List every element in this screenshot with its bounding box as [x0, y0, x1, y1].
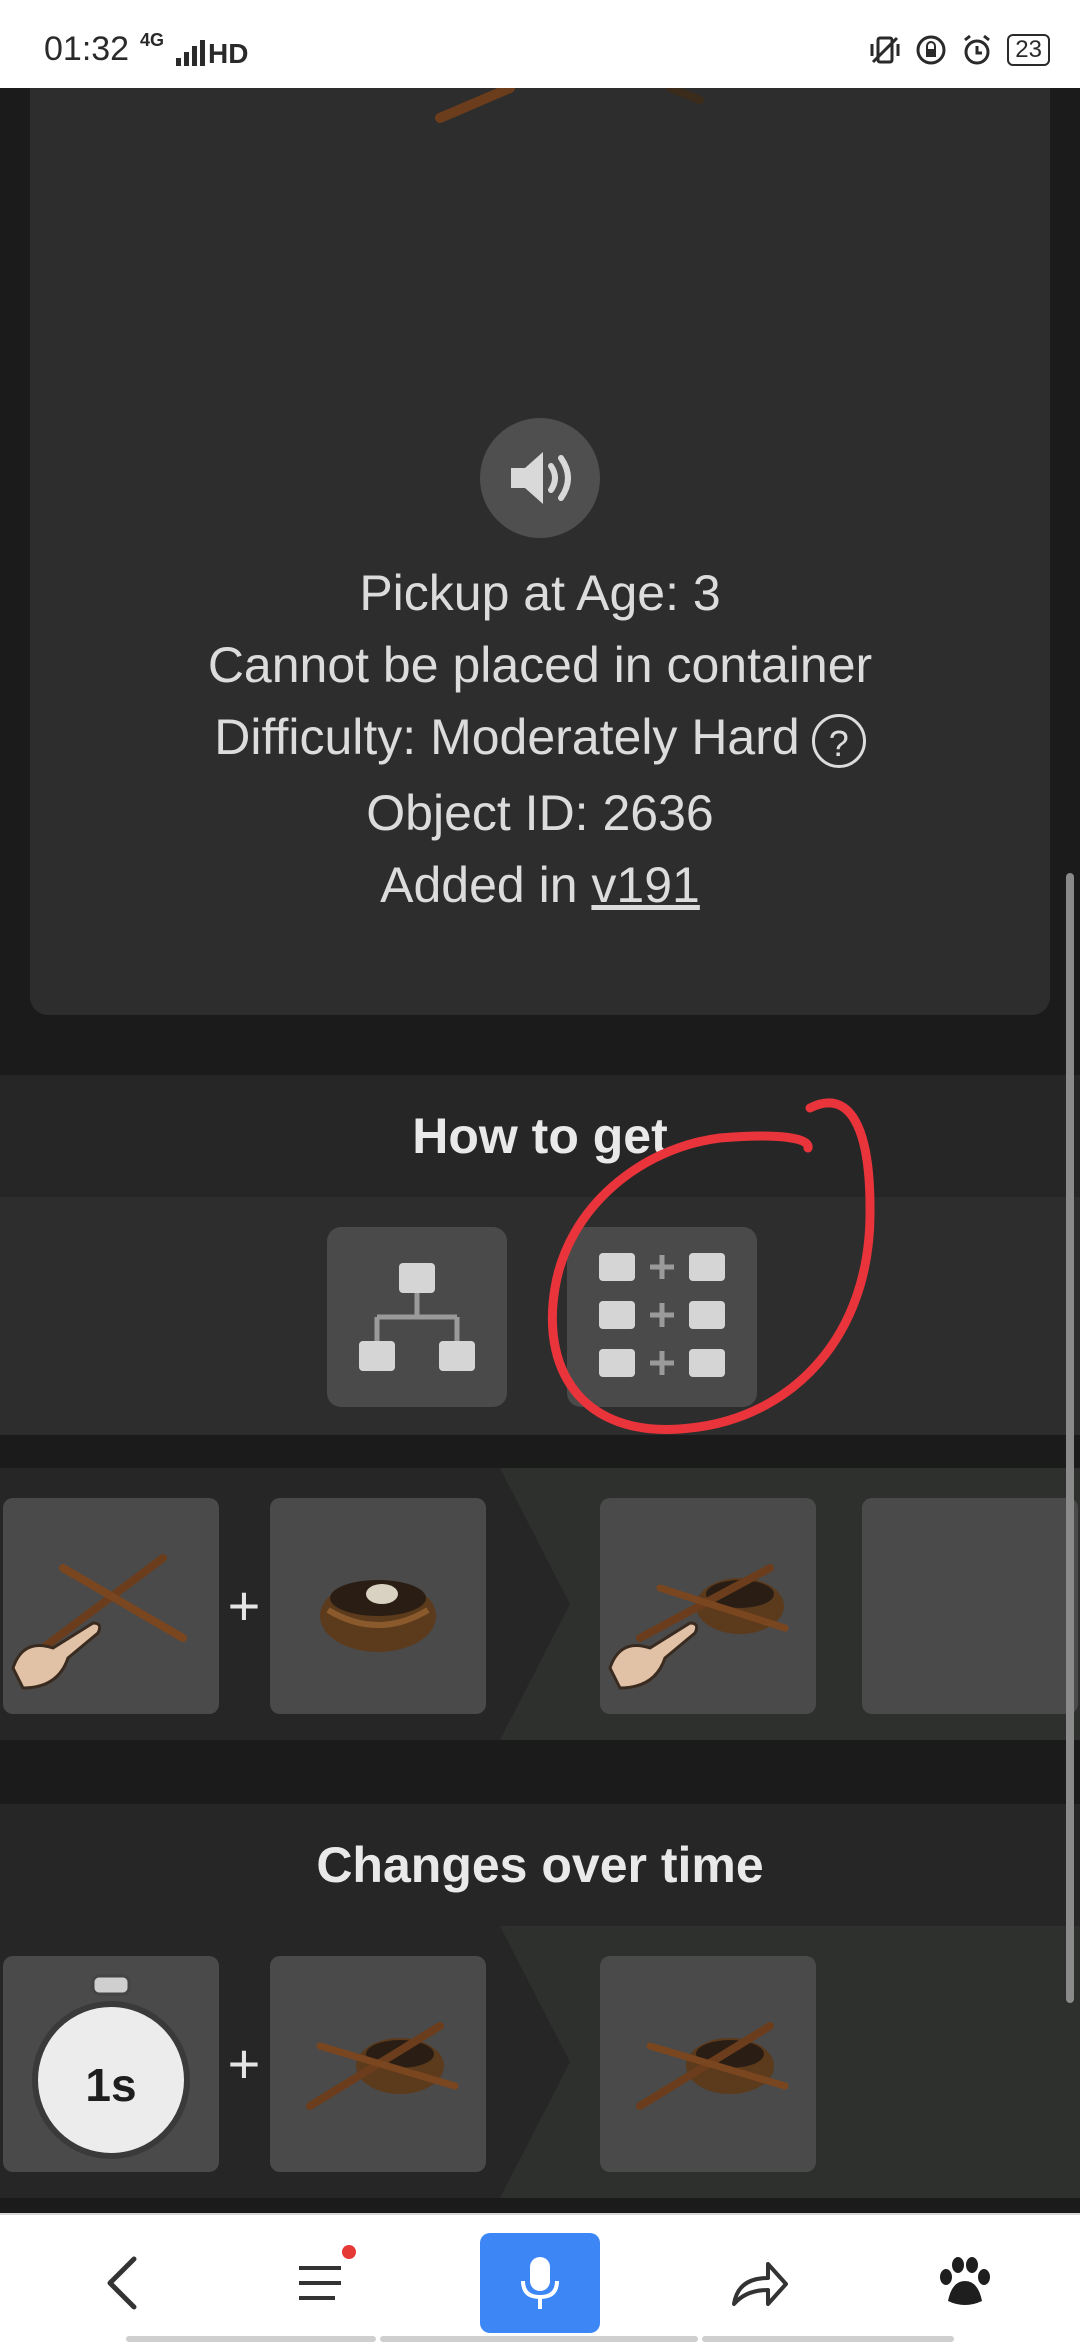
hand-sticks-nest-icon — [608, 1564, 789, 1690]
rotation-lock-icon — [916, 35, 946, 65]
notification-dot — [342, 2245, 356, 2259]
tab-indicator — [702, 2336, 954, 2342]
share-button[interactable] — [700, 2233, 820, 2333]
added-in-row: Added in v191 — [30, 856, 1050, 914]
difficulty-label: Difficulty: Moderately Hard — [214, 709, 800, 765]
menu-button[interactable] — [260, 2233, 380, 2333]
recipe-input-hand-sticks[interactable] — [3, 1498, 219, 1714]
recipe-grid-icon — [599, 1253, 725, 1377]
page-content[interactable]: Pickup at Age: 3 Cannot be placed in con… — [0, 88, 1080, 2213]
tab-indicator — [380, 2336, 698, 2342]
hand-sticks-icon — [11, 1554, 187, 1690]
tree-view-button[interactable] — [327, 1227, 507, 1407]
microphone-icon — [521, 2257, 559, 2309]
speaker-icon — [511, 452, 571, 504]
recipe-row: + — [0, 1468, 1080, 1740]
baidu-app-button[interactable] — [904, 2233, 1024, 2333]
voice-search-button[interactable] — [480, 2233, 600, 2333]
added-in-label: Added in — [380, 857, 592, 913]
browser-toolbar — [0, 2213, 1080, 2342]
vibrate-icon — [870, 36, 900, 64]
tab-indicator — [126, 2336, 376, 2342]
recipe-grid-button[interactable] — [567, 1227, 757, 1407]
decay-timer[interactable]: 1s — [3, 1956, 219, 2172]
battery-level: 23 — [1007, 34, 1050, 66]
version-link[interactable]: v191 — [591, 857, 699, 913]
scrollbar[interactable] — [1066, 873, 1074, 2003]
plus-sign: + — [227, 1574, 261, 1637]
status-bar: 01:32 4G HD 23 — [0, 0, 1080, 88]
alarm-icon — [964, 34, 991, 65]
back-button[interactable] — [62, 2233, 182, 2333]
decay-output-sticks-nest[interactable] — [600, 1956, 816, 2172]
status-time: 01:32 — [44, 30, 130, 68]
object-info-card: Pickup at Age: 3 Cannot be placed in con… — [30, 88, 1050, 1015]
tree-view-icon — [359, 1263, 475, 1371]
decay-row: 1s + — [0, 1926, 1080, 2198]
pickup-age: Pickup at Age: 3 — [359, 565, 721, 621]
recipe-output-empty[interactable] — [862, 1498, 1078, 1714]
decay-input-sticks-nest[interactable] — [270, 1956, 486, 2172]
changes-over-time-title: Changes over time — [0, 1804, 1080, 1926]
signal-icon — [176, 40, 205, 66]
menu-icon — [299, 2266, 341, 2300]
sound-button[interactable] — [480, 418, 600, 538]
hd-badge: HD — [208, 38, 249, 69]
object-image — [435, 88, 704, 123]
container-note: Cannot be placed in container — [207, 637, 873, 693]
how-to-get-title: How to get — [0, 1075, 1080, 1197]
plus-sign: + — [227, 2032, 261, 2095]
sticks-nest-icon — [306, 2022, 459, 2110]
nest-icon — [320, 1580, 436, 1652]
sticks-nest-icon — [636, 2022, 789, 2110]
recipe-input-nest[interactable] — [270, 1498, 486, 1714]
difficulty-row: Difficulty: Moderately Hard? — [30, 708, 1050, 768]
back-arrow-icon — [107, 2256, 137, 2310]
paw-logo-icon — [940, 2257, 990, 2305]
network-type: 4G — [140, 30, 165, 50]
difficulty-help-button[interactable]: ? — [811, 713, 866, 768]
view-mode-bar — [0, 1197, 1080, 1435]
recipe-output-hand-sticks-nest[interactable] — [600, 1498, 816, 1714]
timer-label: 1s — [85, 2059, 137, 2111]
status-icons: 23 — [869, 34, 1050, 66]
share-arrow-icon — [732, 2262, 788, 2306]
object-id: Object ID: 2636 — [366, 785, 714, 841]
